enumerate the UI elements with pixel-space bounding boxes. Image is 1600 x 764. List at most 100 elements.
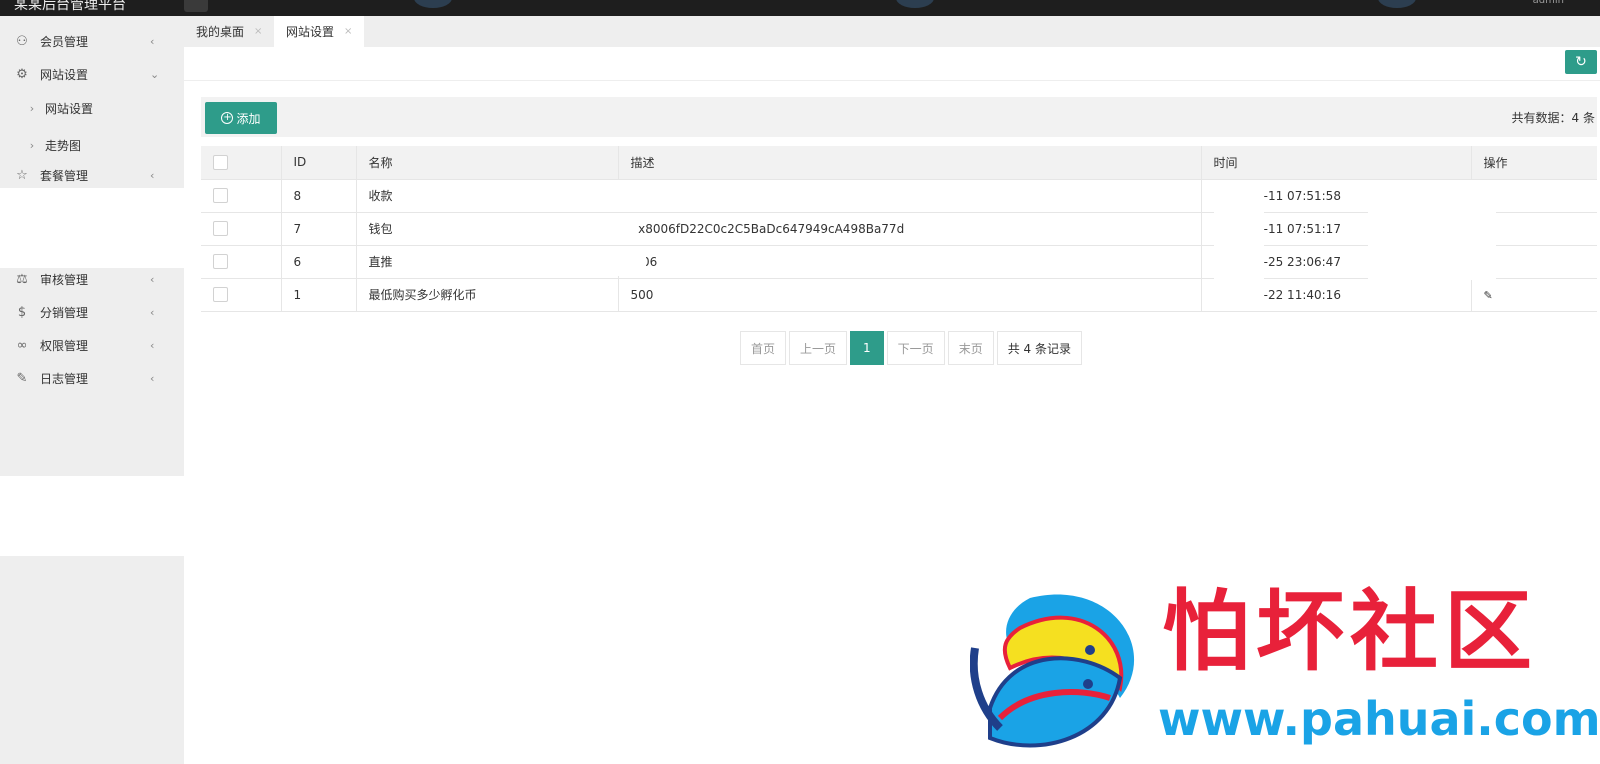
table-row: 1 最低购买多少孵化币 500 2024-03-22 11:40:16 ✎ [201, 278, 1597, 312]
plus-circle-icon: + [221, 112, 234, 124]
sidebar-item-site-settings[interactable]: ⚙ 网站设置 ⌄ [0, 57, 184, 91]
row-checkbox[interactable] [213, 254, 228, 269]
add-button-label: 添加 [236, 111, 261, 126]
chevron-right-icon: › [29, 101, 35, 115]
record-count: 共 4 条记录 [996, 331, 1082, 365]
cell-description: 500 [618, 278, 1202, 312]
edit-icon[interactable]: ✎ [1484, 289, 1493, 302]
row-checkbox[interactable] [213, 221, 228, 236]
watermark-url: www.pahuai.com [1158, 692, 1600, 746]
add-button[interactable]: + 添加 [205, 102, 277, 134]
last-page-button[interactable]: 末页 [947, 331, 994, 365]
divider [184, 80, 1600, 81]
tab-label: 我的桌面 [196, 25, 245, 39]
sidebar-item-label: 网站设置 [45, 101, 94, 116]
column-header-description[interactable]: 描述 [618, 146, 1202, 180]
cell-id: 6 [281, 245, 357, 279]
edit-icon: ✎ [16, 370, 28, 386]
sidebar-item-label: 日志管理 [40, 371, 89, 386]
sidebar-item-label: 会员管理 [40, 34, 89, 49]
user-menu[interactable]: admin [1533, 0, 1564, 6]
cell-actions: ✎ [1471, 278, 1597, 312]
sidebar-item-distribution[interactable]: $ 分销管理 ‹ [0, 295, 184, 329]
column-header-time[interactable]: 时间 [1201, 146, 1472, 180]
top-bar: 某某后台管理平台 admin [0, 0, 1600, 16]
sidebar-item-review[interactable]: ⚖ 审核管理 ‹ [0, 262, 184, 296]
redaction-mask [680, 246, 884, 276]
chevron-left-icon: ‹ [150, 371, 155, 385]
sidebar-item-label: 套餐管理 [40, 168, 89, 183]
tab-label: 网站设置 [286, 25, 335, 39]
redaction-mask [1214, 180, 1264, 310]
row-select-cell [201, 212, 282, 246]
column-header-actions: 操作 [1471, 146, 1597, 180]
sidebar-item-label: 走势图 [45, 138, 82, 153]
chevron-right-icon: › [29, 138, 35, 152]
sidebar-item-label: 网站设置 [40, 67, 89, 82]
row-checkbox[interactable] [213, 287, 228, 302]
cell-name: 最低购买多少孵化币 [356, 278, 619, 312]
sidebar-item-label: 分销管理 [40, 305, 89, 320]
header-decoration [414, 0, 452, 8]
cell-id: 7 [281, 212, 357, 246]
page-button-current[interactable]: 1 [850, 331, 884, 365]
watermark-title: 怕坏社区 [1162, 580, 1539, 683]
dollar-icon: $ [17, 304, 27, 320]
cell-id: 1 [281, 278, 357, 312]
sidebar-item-members[interactable]: ⚇ 会员管理 ‹ [0, 24, 184, 58]
chevron-left-icon: ‹ [150, 305, 155, 319]
sidebar-panel [0, 556, 184, 764]
sidebar-subitem-trend[interactable]: › 走势图 [0, 128, 184, 162]
column-header-name[interactable]: 名称 [356, 146, 619, 180]
row-select-cell [201, 278, 282, 312]
total-count: 共有数据：4 条 [1511, 111, 1595, 125]
cell-id: 8 [281, 179, 357, 213]
row-select-cell [201, 179, 282, 213]
gavel-icon: ⚖ [16, 271, 28, 287]
chevron-left-icon: ‹ [150, 338, 155, 352]
chevron-left-icon: ‹ [150, 34, 155, 48]
close-icon[interactable]: × [344, 26, 352, 37]
next-page-button[interactable]: 下一页 [886, 331, 945, 365]
gear-icon: ⚙ [16, 66, 28, 82]
prev-page-button[interactable]: 上一页 [789, 331, 848, 365]
app-title: 某某后台管理平台 [14, 0, 126, 13]
sidebar-item-label: 审核管理 [40, 272, 89, 287]
chevron-down-icon: ⌄ [150, 67, 160, 81]
tab-bar: 我的桌面 × 网站设置 × [184, 16, 1600, 47]
user-icon: ⚇ [16, 33, 28, 49]
sidebar-item-logs[interactable]: ✎ 日志管理 ‹ [0, 361, 184, 395]
redaction-mask [398, 180, 882, 212]
pagination: 首页 上一页 1 下一页 末页 共 4 条记录 [740, 331, 1085, 365]
first-page-button[interactable]: 首页 [740, 331, 787, 365]
watermark-logo [970, 594, 1135, 748]
chevron-left-icon: ‹ [150, 272, 155, 286]
select-all-cell [201, 146, 282, 180]
sidebar: ⚇ 会员管理 ‹ ⚙ 网站设置 ⌄ › 网站设置 › 走势图 ☆ 套餐管理 ‹ … [0, 16, 184, 764]
table-header-row: ID 名称 描述 时间 操作 [201, 146, 1597, 180]
refresh-icon: ↻ [1575, 54, 1587, 70]
cell-description: 0x8006fD22C0c2C5BaDc647949cA498Ba77d [618, 212, 1202, 246]
column-header-id[interactable]: ID [281, 146, 357, 180]
tab-desktop[interactable]: 我的桌面 × [184, 16, 274, 47]
select-all-checkbox[interactable] [213, 154, 228, 170]
action-bar: + 添加 共有数据：4 条 [201, 97, 1597, 137]
redaction-mask [1368, 180, 1496, 280]
row-checkbox[interactable] [213, 188, 228, 203]
sidebar-item-packages[interactable]: ☆ 套餐管理 ‹ [0, 162, 184, 188]
header-decoration [1378, 0, 1416, 8]
sidebar-item-permissions[interactable]: ∞ 权限管理 ‹ [0, 328, 184, 362]
row-select-cell [201, 245, 282, 279]
sidebar-item-label: 权限管理 [40, 338, 89, 353]
chevron-left-icon: ‹ [150, 168, 155, 182]
sidebar-subitem-site-settings[interactable]: › 网站设置 [0, 91, 184, 125]
menu-toggle-button[interactable] [184, 0, 208, 12]
close-icon[interactable]: × [254, 26, 262, 37]
tab-site-settings[interactable]: 网站设置 × [274, 16, 365, 47]
redaction-mask [398, 213, 638, 245]
link-icon: ∞ [16, 337, 28, 353]
redaction-mask [398, 246, 646, 276]
header-decoration [896, 0, 934, 8]
refresh-button[interactable]: ↻ [1565, 50, 1597, 74]
star-icon: ☆ [16, 167, 28, 183]
